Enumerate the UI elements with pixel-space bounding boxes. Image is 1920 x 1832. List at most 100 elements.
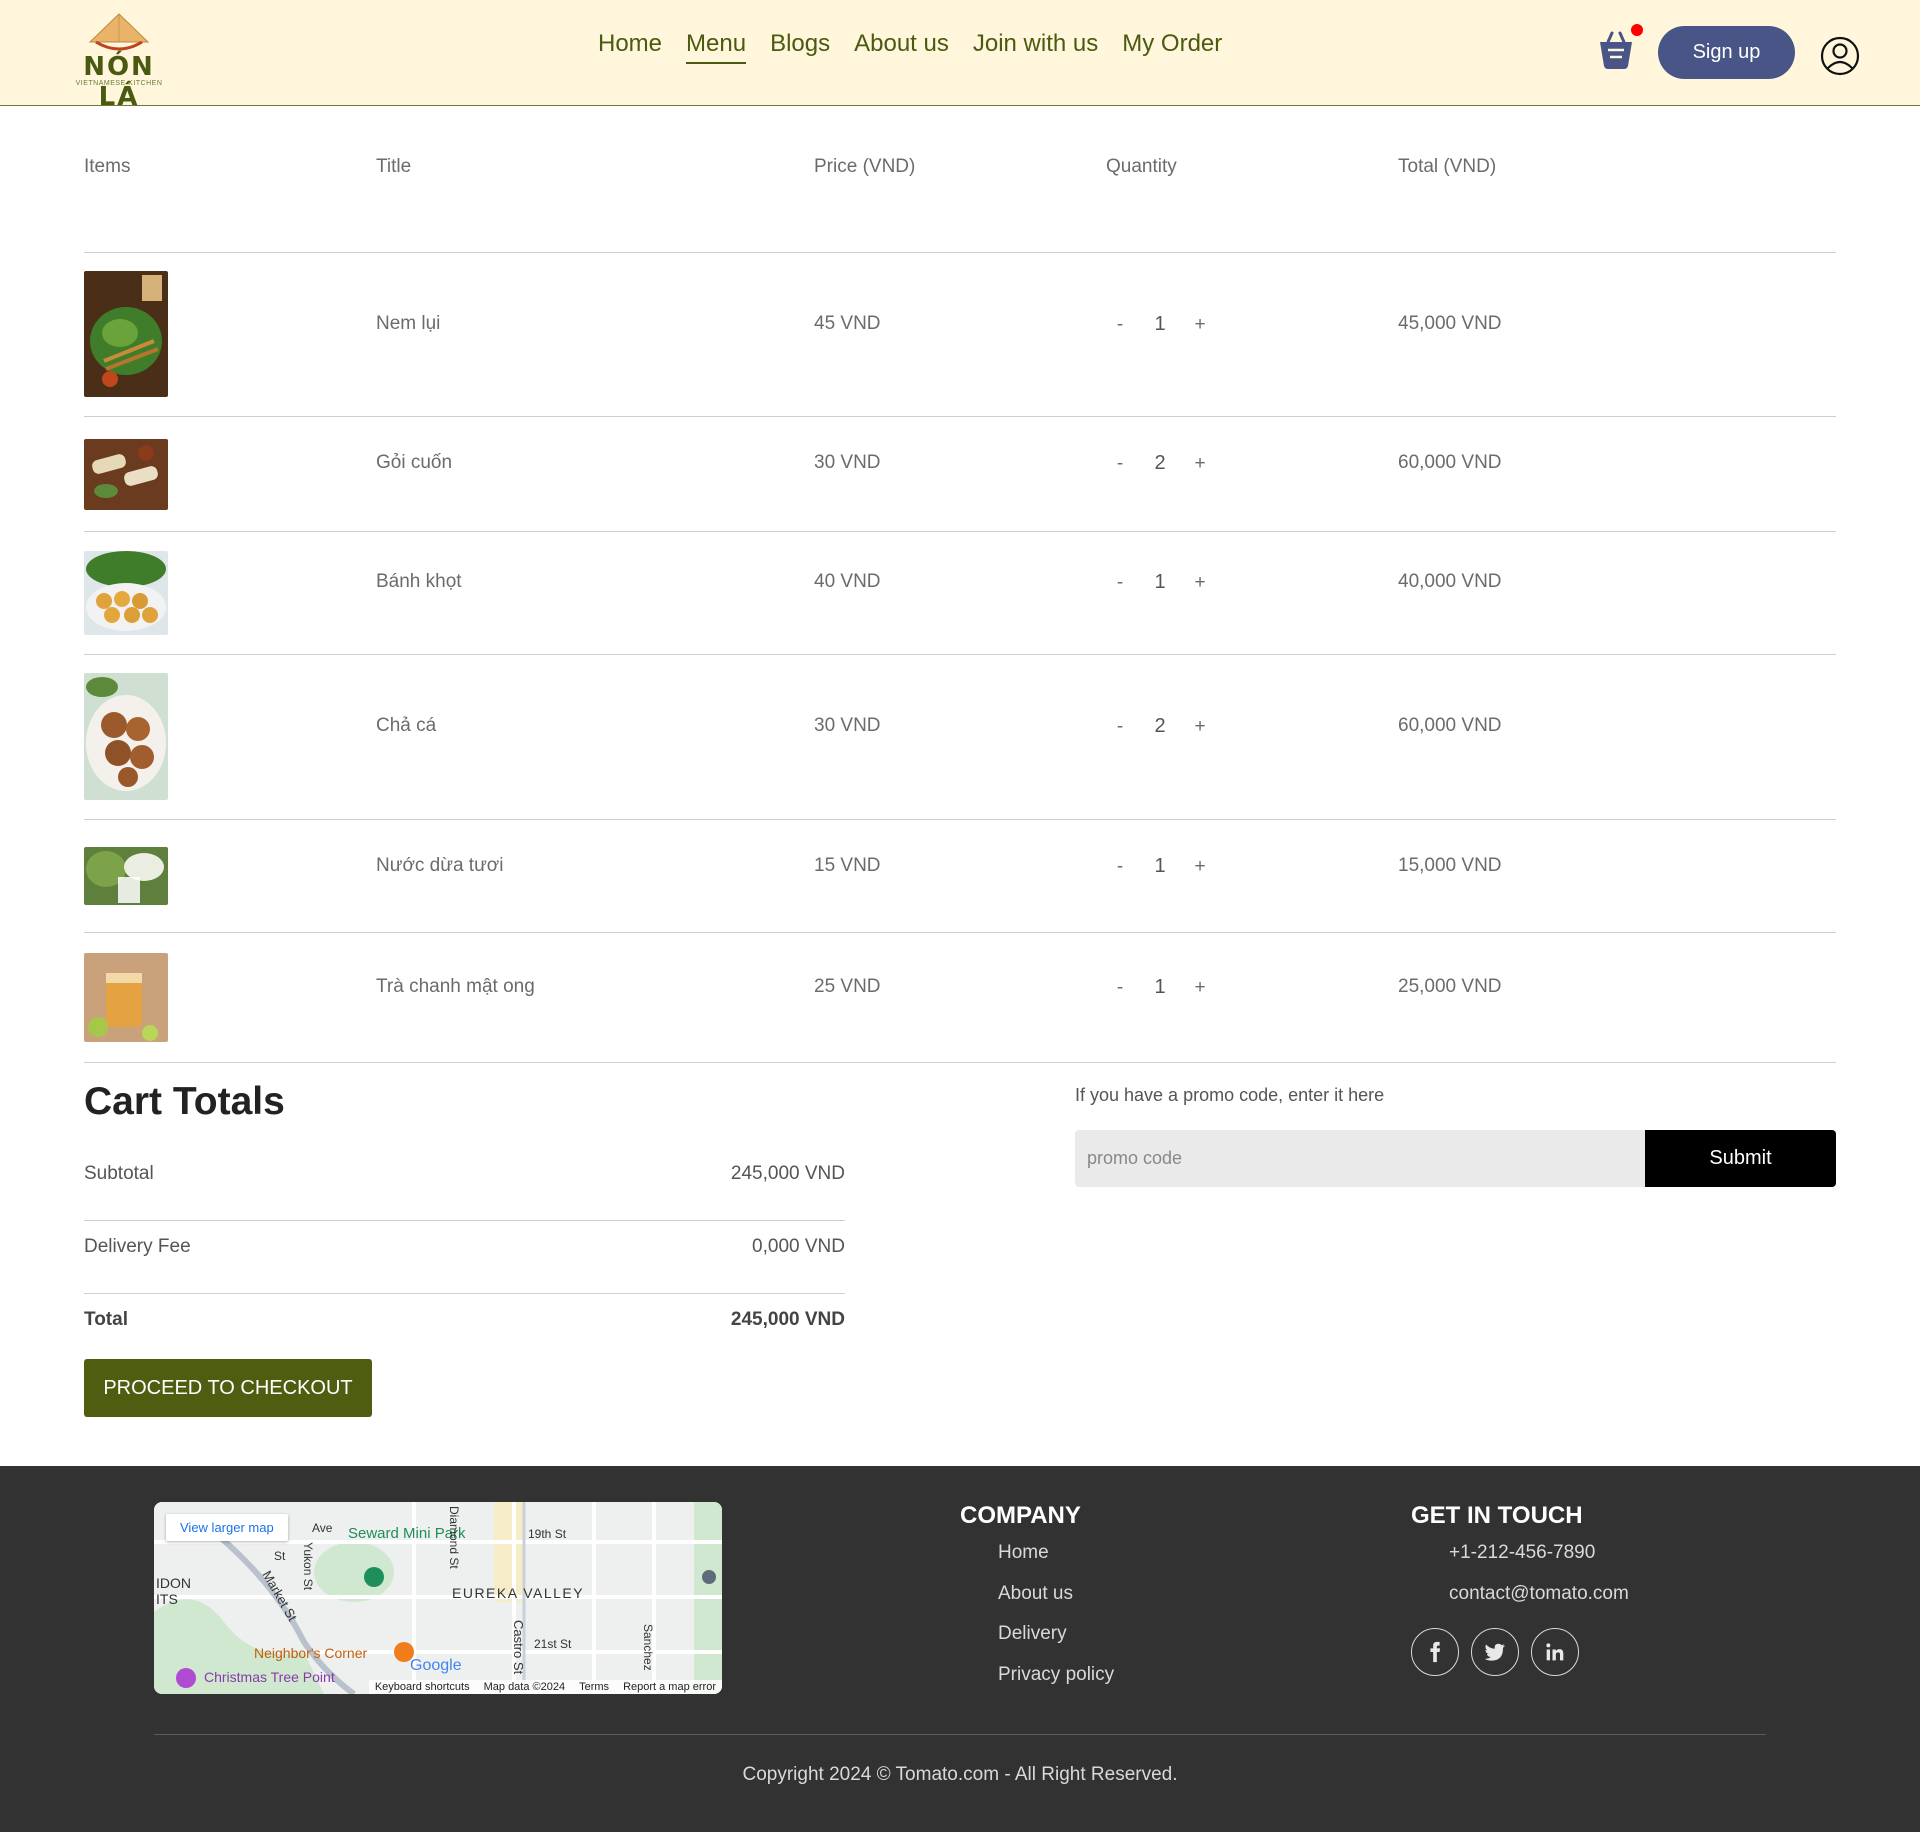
decrease-button[interactable]: - (1110, 314, 1130, 336)
navbar: NÓN LÁ VIETNAMESE KITCHEN Home Menu Blog… (0, 0, 1920, 112)
quantity-value: 1 (1154, 976, 1166, 998)
increase-button[interactable]: + (1190, 453, 1210, 475)
brand-logo[interactable]: NÓN LÁ VIETNAMESE KITCHEN (58, 12, 180, 112)
footer-link-home[interactable]: Home (998, 1542, 1049, 1564)
map-label: Sanchez (641, 1624, 655, 1671)
increase-button[interactable]: + (1190, 572, 1210, 594)
twitter-icon[interactable] (1471, 1628, 1519, 1676)
header-title: Title (376, 156, 412, 177)
sign-up-button[interactable]: Sign up (1658, 26, 1795, 79)
nav-item-join-with-us[interactable]: Join with us (973, 30, 1098, 64)
item-price: 45 VND (814, 313, 881, 334)
conical-hat-icon (88, 13, 150, 51)
quantity-stepper: - 1 + (1110, 976, 1210, 999)
main-nav: Home Menu Blogs About us Join with us My… (598, 30, 1222, 64)
quantity-value: 1 (1154, 313, 1166, 335)
increase-button[interactable]: + (1190, 716, 1210, 738)
report-map-error-link[interactable]: Report a map error (623, 1681, 716, 1693)
nav-item-menu[interactable]: Menu (686, 30, 747, 64)
quantity-stepper: - 2 + (1110, 715, 1210, 738)
decrease-button[interactable]: - (1110, 453, 1130, 475)
item-price: 30 VND (814, 715, 881, 736)
increase-button[interactable]: + (1190, 977, 1210, 999)
decrease-button[interactable]: - (1110, 856, 1130, 878)
footer-divider (154, 1734, 1766, 1735)
increase-button[interactable]: + (1190, 856, 1210, 878)
cart-notification-dot (1631, 24, 1643, 36)
map-label: IDON (156, 1575, 191, 1591)
contact-email[interactable]: contact@tomato.com (1449, 1583, 1629, 1605)
embedded-map[interactable]: Seward Mini Park EUREKA VALLEY Neighbor'… (154, 1502, 722, 1694)
map-label: Christmas Tree Point (204, 1669, 335, 1685)
item-title: Chả cá (376, 715, 437, 736)
map-data-credit: Map data ©2024 (483, 1681, 566, 1693)
decrease-button[interactable]: - (1110, 716, 1130, 738)
footer: Seward Mini Park EUREKA VALLEY Neighbor'… (0, 1466, 1920, 1832)
total-row: Total 245,000 VND (84, 1309, 845, 1331)
subtotal-value: 245,000 VND (730, 1163, 845, 1184)
quantity-value: 2 (1154, 715, 1166, 737)
tra-chanh-photo (84, 953, 168, 1042)
map-label: 21st St (534, 1637, 572, 1651)
map-label: Ave (312, 1521, 333, 1535)
nav-item-blogs[interactable]: Blogs (770, 30, 830, 64)
quantity-value: 2 (1154, 452, 1166, 474)
divider (84, 1220, 845, 1221)
footer-link-privacy-policy[interactable]: Privacy policy (998, 1664, 1114, 1686)
proceed-to-checkout-button[interactable]: PROCEED TO CHECKOUT (84, 1359, 372, 1417)
contact-phone[interactable]: +1-212-456-7890 (1449, 1542, 1595, 1564)
item-title: Nem lụi (376, 313, 441, 334)
item-total: 45,000 VND (1398, 313, 1502, 334)
decrease-button[interactable]: - (1110, 572, 1130, 594)
map-credits: Keyboard shortcuts Map data ©2024 Terms … (368, 1680, 722, 1694)
promo-code-input[interactable] (1075, 1130, 1645, 1187)
item-total: 40,000 VND (1398, 571, 1502, 592)
divider (84, 819, 1836, 820)
footer-link-delivery[interactable]: Delivery (998, 1623, 1067, 1645)
map-label: Neighbor's Corner (254, 1645, 368, 1661)
goi-cuon-photo (84, 439, 168, 510)
map-label: 19th St (528, 1527, 567, 1541)
linkedin-icon[interactable] (1531, 1628, 1579, 1676)
footer-link-about-us[interactable]: About us (998, 1583, 1073, 1605)
google-logo: Google (410, 1657, 462, 1674)
subtotal-label: Subtotal (84, 1163, 154, 1184)
item-price: 25 VND (814, 976, 881, 997)
increase-button[interactable]: + (1190, 314, 1210, 336)
item-price: 40 VND (814, 571, 881, 592)
divider (84, 1293, 845, 1294)
map-label: Castro St (511, 1620, 526, 1675)
facebook-icon[interactable] (1411, 1628, 1459, 1676)
header-price: Price (VND) (814, 156, 916, 177)
item-title: Nước dừa tươi (376, 855, 504, 876)
total-label: Total (84, 1309, 128, 1330)
divider (84, 1062, 1836, 1063)
item-total: 60,000 VND (1398, 452, 1502, 473)
quantity-value: 1 (1154, 855, 1166, 877)
cha-ca-photo (84, 673, 168, 800)
divider (84, 531, 1836, 532)
quantity-stepper: - 2 + (1110, 452, 1210, 475)
nuoc-dua-photo (84, 847, 168, 905)
subtotal-row: Subtotal 245,000 VND (84, 1163, 845, 1185)
company-heading: COMPANY (960, 1502, 1081, 1529)
terms-link[interactable]: Terms (579, 1681, 609, 1693)
copyright-text: Copyright 2024 © Tomato.com - All Right … (742, 1764, 1178, 1785)
basket-icon[interactable] (1594, 28, 1638, 72)
header-total: Total (VND) (1398, 156, 1497, 177)
nav-item-about-us[interactable]: About us (854, 30, 949, 64)
nav-item-my-order[interactable]: My Order (1122, 30, 1222, 64)
nav-item-home[interactable]: Home (598, 30, 662, 64)
item-title: Trà chanh mật ong (376, 976, 535, 997)
divider (84, 932, 1836, 933)
item-title: Gỏi cuốn (376, 452, 453, 473)
decrease-button[interactable]: - (1110, 977, 1130, 999)
map-label: Diamond St (447, 1506, 461, 1569)
map-label: EUREKA VALLEY (452, 1585, 584, 1601)
item-total: 25,000 VND (1398, 976, 1502, 997)
user-profile-icon[interactable] (1820, 36, 1860, 76)
view-larger-map-link[interactable]: View larger map (166, 1514, 288, 1541)
promo-submit-button[interactable]: Submit (1645, 1130, 1836, 1187)
quantity-stepper: - 1 + (1110, 571, 1210, 594)
keyboard-shortcuts-link[interactable]: Keyboard shortcuts (375, 1681, 470, 1693)
